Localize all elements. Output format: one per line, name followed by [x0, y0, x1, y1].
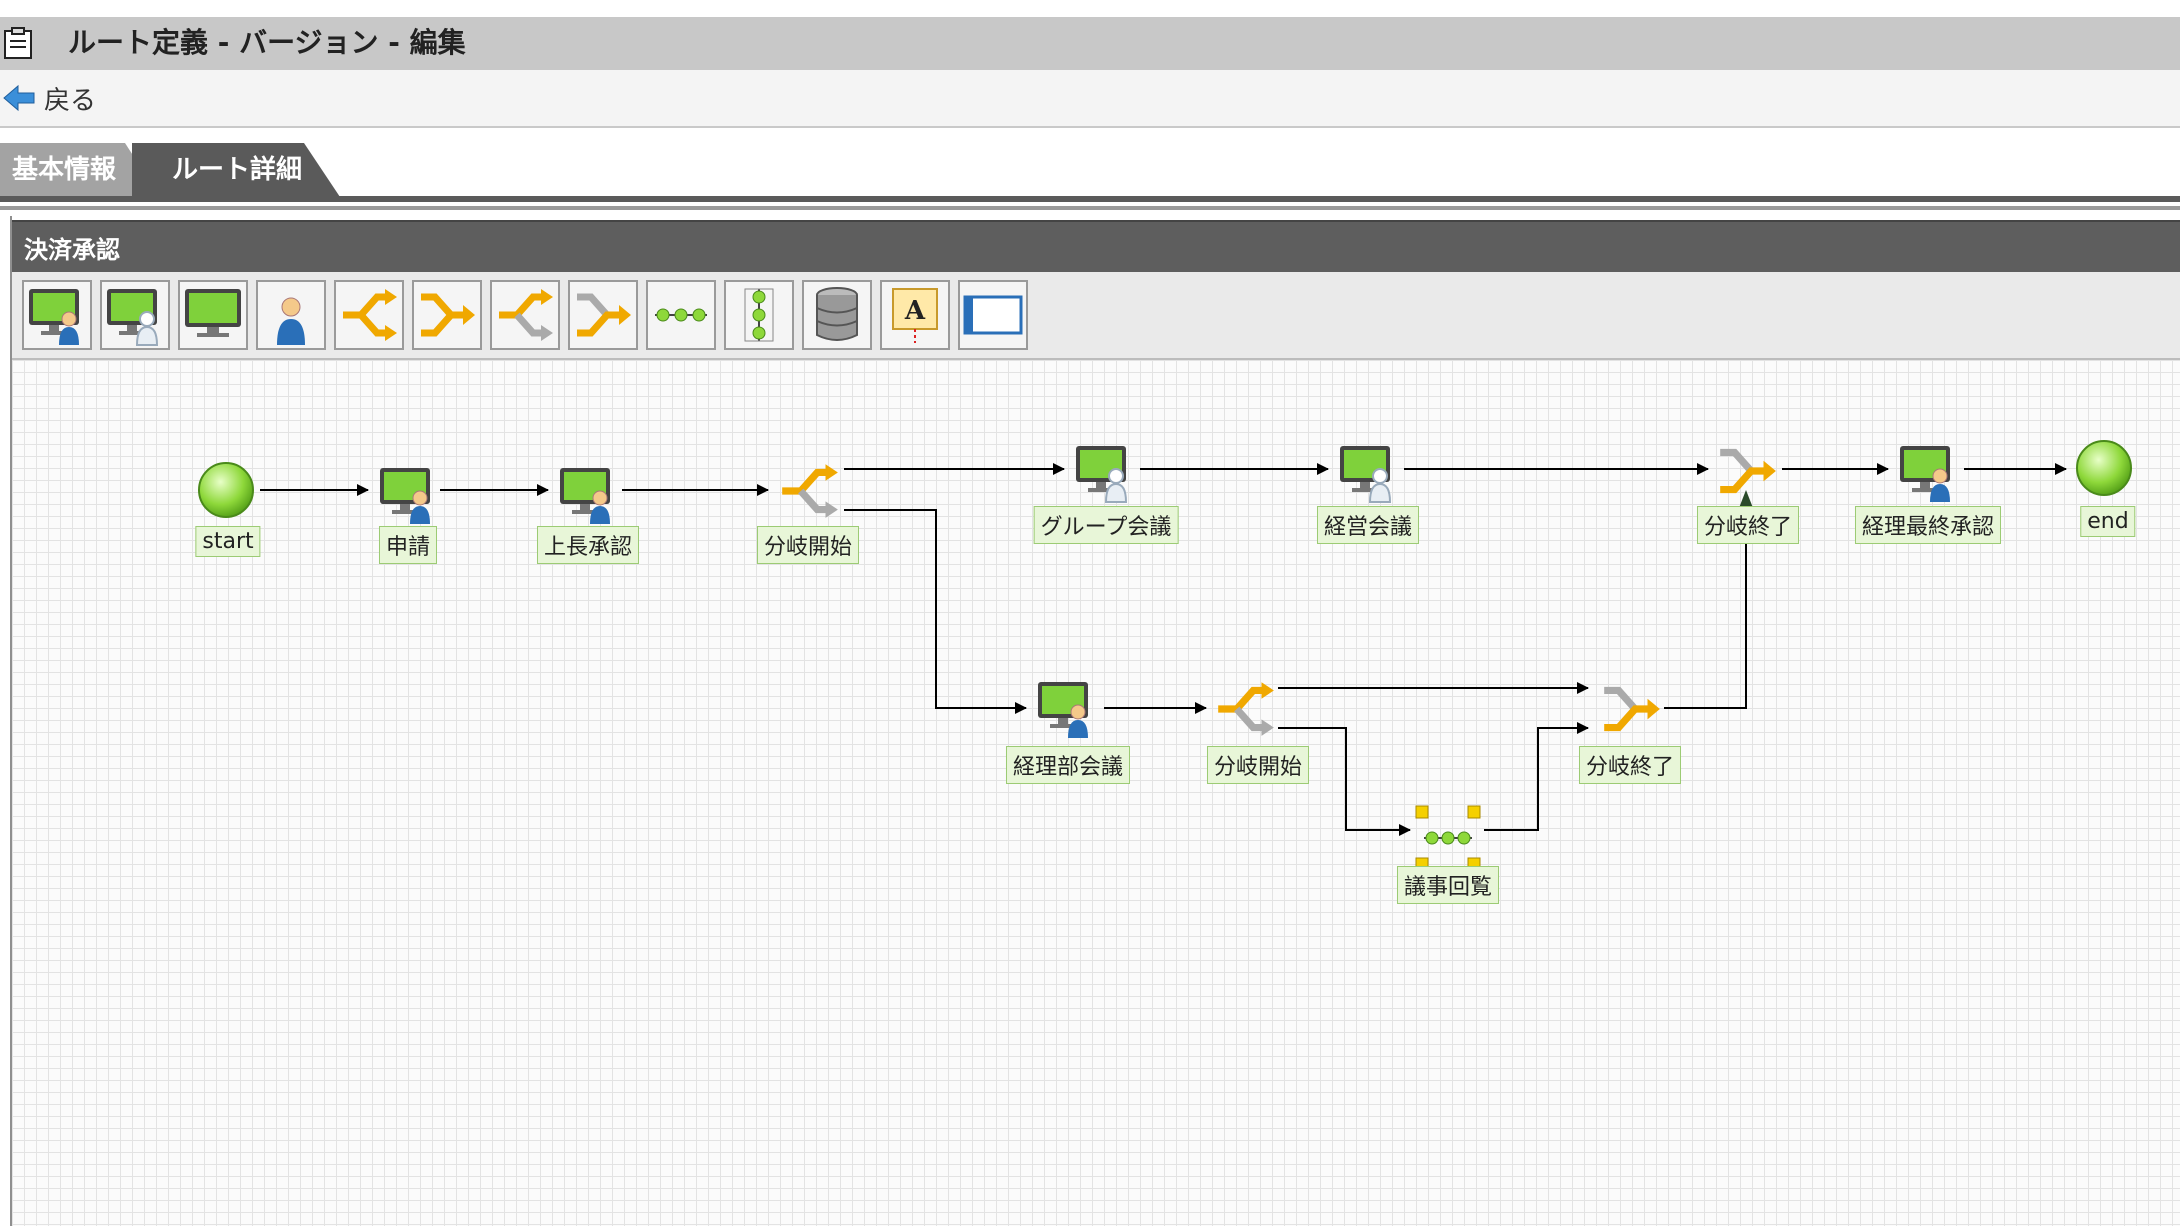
node-start[interactable] [198, 462, 254, 522]
node-label-final: 経理最終承認 [1854, 506, 2002, 544]
diagram-canvas[interactable]: start 申請 上長承認 分岐開始 グループ会議 経営会議 分岐終了 経理最終… [12, 360, 2180, 1226]
tool-database[interactable] [802, 280, 872, 350]
tab-route-detail[interactable]: ルート詳細 [132, 143, 340, 197]
node-label-end: end [2080, 506, 2136, 537]
svg-text:A: A [904, 296, 926, 326]
tool-branch-start-gray[interactable] [490, 280, 560, 350]
back-button[interactable]: 戻る [2, 80, 96, 116]
divider [0, 206, 2180, 210]
node-label-apply: 申請 [378, 526, 438, 564]
tool-branch-start[interactable] [334, 280, 404, 350]
branch-start-icon [782, 464, 838, 518]
node-label-join1: 分岐終了 [1696, 506, 1800, 544]
node-label-group: グループ会議 [1033, 506, 1179, 544]
node-fork1[interactable] [776, 458, 842, 528]
tool-window[interactable] [958, 280, 1028, 350]
node-label-fork2: 分岐開始 [1206, 746, 1310, 784]
tool-horizontal-join[interactable] [646, 280, 716, 350]
node-final-approval[interactable] [1896, 440, 1960, 508]
title-bar: ルート定義 - バージョン - 編集 [0, 17, 2180, 70]
node-label-join2: 分岐終了 [1578, 746, 1682, 784]
tool-user-task[interactable] [22, 280, 92, 350]
node-boss-approval[interactable] [556, 462, 620, 530]
navigation-bar: 戻る [0, 70, 2180, 128]
node-join1[interactable] [1714, 438, 1780, 508]
text-annotation-icon: A [892, 288, 938, 343]
tool-branch-end[interactable] [412, 280, 482, 350]
back-label: 戻る [44, 85, 97, 116]
panel-title: 決済承認 [24, 236, 120, 264]
node-label-acct: 経理部会議 [1005, 746, 1131, 784]
tool-system-task[interactable] [178, 280, 248, 350]
tool-branch-end-gray[interactable] [568, 280, 638, 350]
back-arrow-icon [3, 84, 35, 112]
database-icon [816, 287, 858, 341]
clipboard-icon [4, 27, 32, 59]
node-group-meeting[interactable] [1072, 440, 1136, 508]
branch-end-gray-icon [577, 293, 631, 337]
node-label-boss: 上長承認 [536, 526, 640, 564]
group-task-icon [1340, 446, 1392, 503]
node-label-mgmt: 経営会議 [1316, 506, 1420, 544]
route-editor-panel: 決済承認 A start 申請 上長承認 分岐開始 グループ会議 経営会議 分岐… [10, 216, 2180, 1226]
horizontal-join-icon [1415, 805, 1481, 871]
palette-toolbar: A [12, 272, 2180, 360]
branch-end-icon [421, 293, 475, 337]
branch-start-icon [1218, 682, 1274, 736]
user-task-icon [29, 289, 79, 345]
horizontal-join-icon [655, 308, 707, 322]
branch-end-icon [1720, 448, 1776, 494]
node-label-start: start [195, 526, 261, 557]
vertical-join-icon [744, 288, 774, 342]
edge-minutes-join2 [1484, 722, 1589, 831]
node-label-fork1: 分岐開始 [756, 526, 860, 564]
node-fork2[interactable] [1212, 676, 1278, 746]
user-task-icon [1038, 682, 1088, 738]
node-accounting-meeting[interactable] [1034, 676, 1098, 744]
branch-start-gray-icon [499, 289, 553, 341]
user-task-icon [1900, 446, 1950, 502]
user-task-icon [560, 468, 610, 524]
edge-fork1-acct [844, 509, 1027, 714]
node-management-meeting[interactable] [1336, 440, 1400, 508]
branch-start-icon [343, 289, 397, 341]
end-event-icon [2076, 440, 2132, 496]
tool-group-task[interactable] [100, 280, 170, 350]
window-icon [963, 295, 1023, 335]
tool-text-annotation[interactable]: A [880, 280, 950, 350]
panel-header: 決済承認 [12, 220, 2180, 272]
user-task-icon [380, 468, 430, 524]
group-task-icon [1076, 446, 1128, 503]
node-label-minutes: 議事回覧 [1396, 866, 1500, 904]
tab-bar: 基本情報 ルート詳細 [0, 143, 2180, 199]
node-apply[interactable] [376, 462, 440, 530]
start-event-icon [198, 462, 254, 518]
tab-underline [0, 196, 2180, 202]
branch-end-icon [1604, 686, 1660, 732]
node-end[interactable] [2076, 440, 2132, 500]
person-icon [277, 297, 305, 345]
group-task-icon [107, 289, 159, 346]
node-join2[interactable] [1598, 676, 1664, 746]
tool-person[interactable] [256, 280, 326, 350]
tool-vertical-join[interactable] [724, 280, 794, 350]
system-task-icon [185, 289, 241, 337]
page-title: ルート定義 - バージョン - 編集 [68, 26, 466, 59]
